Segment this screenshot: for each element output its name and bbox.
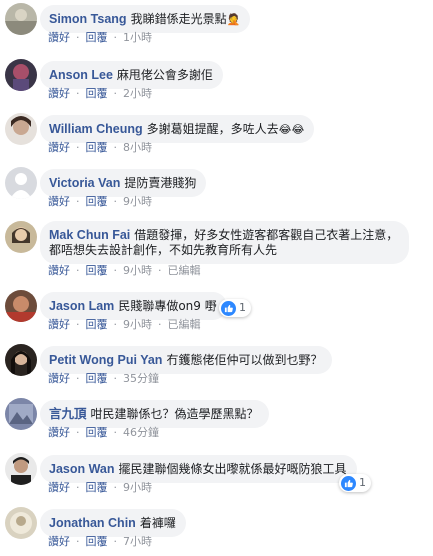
comment-bubble: Simon Tsang 我睇錯係走光景點🤦 [40,5,251,33]
comment-text: 咁民建聯係乜？偽造學歷黑點？ [90,407,259,421]
comment-author[interactable]: 言九頂 [49,407,87,421]
like-link[interactable]: 讚好 [48,141,70,155]
like-link[interactable]: 讚好 [48,372,70,386]
avatar[interactable] [5,344,37,376]
avatar[interactable] [5,167,37,199]
reaction-count[interactable]: 1 [339,474,371,492]
emoji: 🤦 [226,13,241,26]
avatar[interactable] [5,290,37,322]
avatar[interactable] [5,59,37,91]
comment-text: 擺民建聯個幾條女出嚟就係最好嘅防狼工具 [118,462,347,476]
edited-label[interactable]: 已編輯 [168,318,201,332]
timestamp[interactable]: 8小時 [123,141,152,155]
comment-author[interactable]: Jason Wan [49,462,115,476]
like-icon [341,475,356,491]
comment-author[interactable]: Jonathan Chin [49,516,136,530]
timestamp[interactable]: 46分鐘 [123,426,159,440]
comment-bubble: Victoria Van 提防賣港賤狗 [40,169,207,197]
timestamp[interactable]: 9小時 [123,195,152,209]
like-link[interactable]: 讚好 [48,426,70,440]
avatar[interactable] [5,3,37,35]
timestamp[interactable]: 1小時 [123,31,152,45]
comment-author[interactable]: William Cheung [49,122,143,136]
timestamp[interactable]: 2小時 [123,87,152,101]
avatar[interactable] [5,221,37,253]
timestamp[interactable]: 9小時 [123,481,152,495]
emoji: 😂😂 [278,123,305,136]
comment-bubble: Petit Wong Pui Yan 冇鑊態佬佢仲可以做到乜野？ [40,346,333,374]
comment-author[interactable]: Petit Wong Pui Yan [49,353,162,367]
like-link[interactable]: 讚好 [48,264,70,278]
comment-author[interactable]: Jason Lam [49,299,114,313]
timestamp[interactable]: 9小時 [123,264,152,278]
reaction-number: 1 [359,476,366,489]
reply-link[interactable]: 回覆 [86,87,108,101]
comment-text: 冇鑊態佬佢仲可以做到乜野？ [166,353,323,367]
comment-bubble: Jonathan Chin 着褲囉 [40,509,186,537]
comment-text: 麻甩佬公會多謝佢 [116,68,213,82]
reaction-number: 1 [239,301,246,314]
comment-text: 着褲囉 [139,516,176,530]
comment-author[interactable]: Mak Chun Fai [49,228,130,242]
comment-text: 民賤聯專做on9 嘢 [118,299,217,313]
comment-text: 我睇錯係走光景點 [130,12,227,26]
avatar[interactable] [5,113,37,145]
edited-label[interactable]: 已編輯 [168,264,201,278]
reply-link[interactable]: 回覆 [86,264,108,278]
comment-author[interactable]: Anson Lee [49,68,113,82]
reply-link[interactable]: 回覆 [86,426,108,440]
like-icon [221,300,236,316]
timestamp[interactable]: 35分鐘 [123,372,159,386]
comment-bubble: William Cheung 多謝葛姐提醒，多咗人去😂😂 [40,115,315,143]
comment-bubble: Jason Lam 民賤聯專做on9 嘢 [40,292,227,320]
comment-text: 提防賣港賤狗 [124,176,197,190]
reply-link[interactable]: 回覆 [86,372,108,386]
like-link[interactable]: 讚好 [48,195,70,209]
avatar[interactable] [5,507,37,539]
comment-author[interactable]: Simon Tsang [49,12,127,26]
like-link[interactable]: 讚好 [48,481,70,495]
avatar[interactable] [5,398,37,430]
comment-bubble: Mak Chun Fai 借題發揮，好多女性遊客都客觀自己衣著上注意，都唔想失去設… [40,221,409,264]
reply-link[interactable]: 回覆 [86,31,108,45]
reply-link[interactable]: 回覆 [86,535,108,549]
timestamp[interactable]: 9小時 [123,318,152,332]
reply-link[interactable]: 回覆 [86,195,108,209]
reply-link[interactable]: 回覆 [86,481,108,495]
comment-bubble: Anson Lee 麻甩佬公會多謝佢 [40,61,223,89]
reaction-count[interactable]: 1 [219,299,251,317]
comment-text: 多謝葛姐提醒，多咗人去 [146,122,279,136]
comment-bubble: 言九頂 咁民建聯係乜？偽造學歷黑點？ [40,400,269,428]
timestamp[interactable]: 7小時 [123,535,152,549]
avatar[interactable] [5,453,37,485]
reply-link[interactable]: 回覆 [86,141,108,155]
comment-bubble: Jason Wan 擺民建聯個幾條女出嚟就係最好嘅防狼工具 [40,455,357,483]
like-link[interactable]: 讚好 [48,31,70,45]
like-link[interactable]: 讚好 [48,318,70,332]
reply-link[interactable]: 回覆 [86,318,108,332]
like-link[interactable]: 讚好 [48,535,70,549]
comment-author[interactable]: Victoria Van [49,176,120,190]
like-link[interactable]: 讚好 [48,87,70,101]
